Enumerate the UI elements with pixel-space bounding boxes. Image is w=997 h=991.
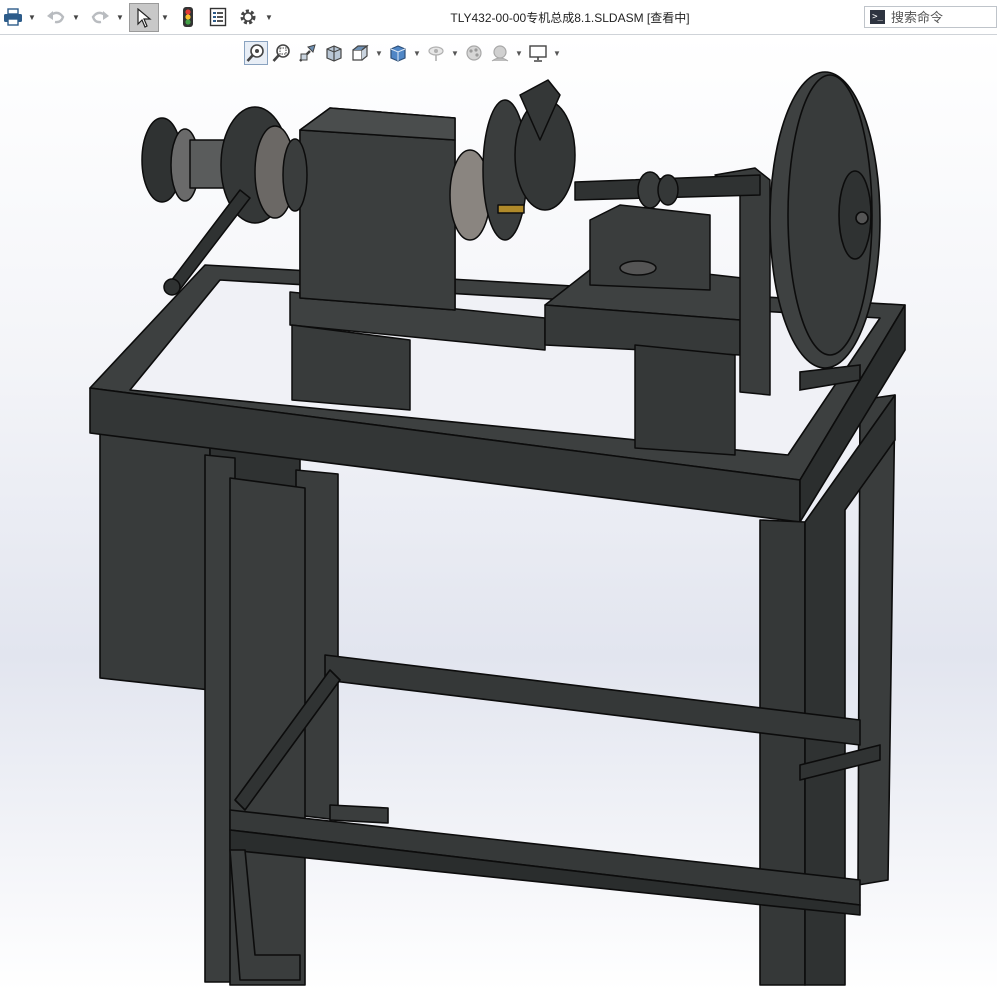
- view-settings-dropdown-chevron-icon[interactable]: ▼: [552, 41, 562, 65]
- print-dropdown-chevron-icon[interactable]: ▼: [27, 11, 37, 23]
- previous-view-button[interactable]: [296, 41, 320, 65]
- hide-show-items-icon: [428, 46, 444, 61]
- view-settings-button[interactable]: [526, 41, 550, 65]
- display-style-icon: [390, 45, 406, 62]
- view-settings-icon: [529, 45, 547, 62]
- select-dropdown-chevron-icon[interactable]: ▼: [160, 11, 170, 23]
- print-icon: [4, 8, 22, 26]
- options-gear-icon: [240, 9, 256, 25]
- zoom-to-fit-icon: [246, 44, 264, 62]
- print-button[interactable]: [2, 5, 24, 29]
- hide-show-dropdown-chevron-icon[interactable]: ▼: [450, 41, 460, 65]
- redo-button[interactable]: [88, 5, 112, 29]
- select-pointer-icon: [137, 7, 152, 28]
- apply-scene-button[interactable]: [488, 41, 512, 65]
- apply-scene-dropdown-chevron-icon[interactable]: ▼: [514, 41, 524, 65]
- options-button[interactable]: [236, 5, 260, 29]
- zoom-to-fit-button[interactable]: [244, 41, 268, 65]
- title-bar: ▼ ▼ ▼ ▼ ▼ TLY432-00-00专机总成8.1.SLDASM [查看…: [0, 0, 997, 35]
- machine-frame: [89, 264, 906, 986]
- options-dropdown-chevron-icon[interactable]: ▼: [264, 11, 274, 23]
- rebuild-button[interactable]: [177, 5, 199, 29]
- view-orientation-button[interactable]: [348, 41, 372, 65]
- apply-scene-icon: [491, 45, 509, 62]
- undo-icon: [47, 11, 65, 24]
- undo-dropdown-chevron-icon[interactable]: ▼: [71, 11, 81, 23]
- view-orientation-dropdown-chevron-icon[interactable]: ▼: [374, 41, 384, 65]
- view-orientation-icon: [352, 44, 369, 61]
- edit-appearance-icon: [466, 45, 482, 61]
- previous-view-icon: [299, 44, 316, 62]
- zoom-to-area-button[interactable]: [270, 41, 294, 65]
- section-view-button[interactable]: [322, 41, 346, 65]
- display-style-dropdown-chevron-icon[interactable]: ▼: [412, 41, 422, 65]
- file-properties-button[interactable]: [206, 5, 230, 29]
- rebuild-traffic-light-icon: [183, 7, 193, 27]
- display-style-button[interactable]: [386, 41, 410, 65]
- search-commands-input[interactable]: [891, 9, 991, 25]
- redo-icon: [91, 11, 109, 24]
- graphics-viewport[interactable]: ▼ ▼ ▼ ▼ ▼: [0, 35, 997, 991]
- section-view-icon: [326, 45, 342, 62]
- zoom-to-area-icon: [272, 44, 290, 62]
- select-button[interactable]: [129, 3, 159, 32]
- redo-dropdown-chevron-icon[interactable]: ▼: [115, 11, 125, 23]
- hide-show-items-button[interactable]: [424, 41, 448, 65]
- search-commands-box[interactable]: >_: [864, 6, 997, 28]
- undo-button[interactable]: [44, 5, 68, 29]
- file-properties-icon: [209, 7, 227, 27]
- command-prompt-icon: >_: [870, 10, 885, 24]
- assembly-3d-model[interactable]: [0, 35, 997, 991]
- heads-up-view-toolbar: ▼ ▼ ▼ ▼ ▼: [244, 40, 562, 66]
- edit-appearance-button[interactable]: [462, 41, 486, 65]
- document-title: TLY432-00-00专机总成8.1.SLDASM [查看中]: [450, 11, 690, 25]
